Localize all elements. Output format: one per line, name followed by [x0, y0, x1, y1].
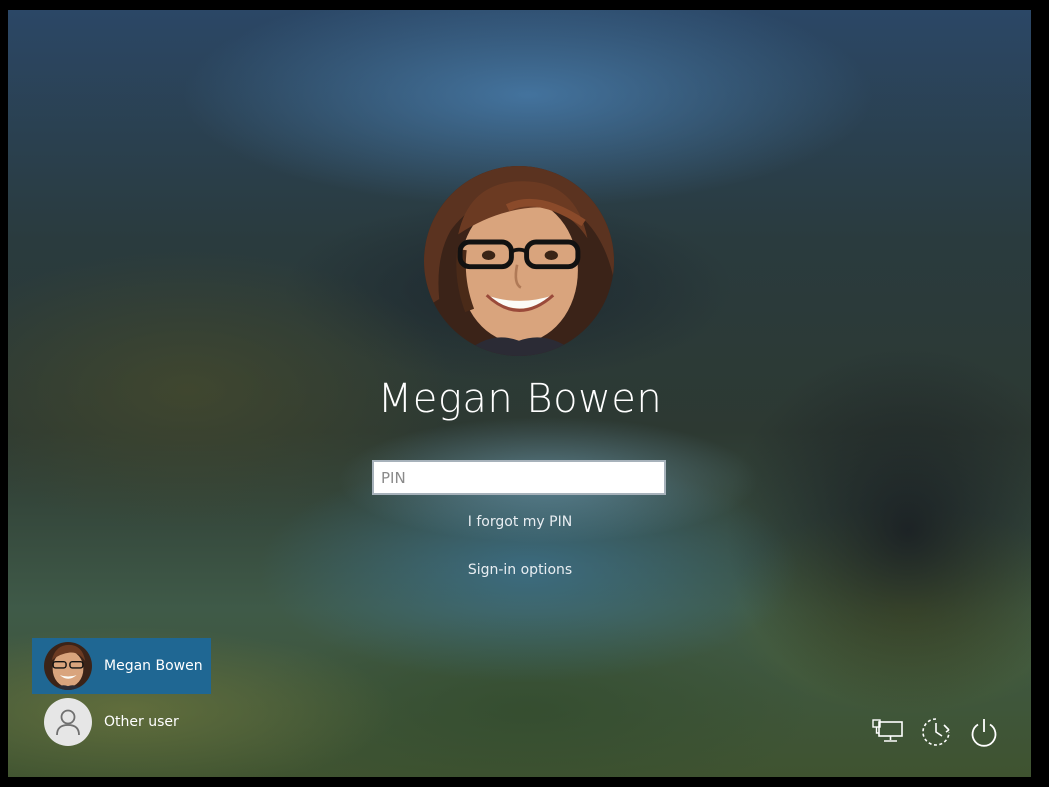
lock-screen: Megan Bowen I forgot my PIN Sign-in opti…	[8, 10, 1031, 777]
user-avatar-large	[424, 166, 614, 356]
user-photo	[424, 166, 614, 356]
user-list-item-label: Megan Bowen	[104, 658, 203, 674]
power-icon[interactable]	[966, 714, 1002, 750]
ease-of-access-icon[interactable]	[918, 714, 954, 750]
pin-input[interactable]	[372, 460, 666, 495]
person-icon	[44, 698, 92, 746]
user-avatar-small	[44, 642, 92, 690]
user-list-item-megan-bowen[interactable]: Megan Bowen	[32, 638, 211, 694]
forgot-pin-link[interactable]: I forgot my PIN	[370, 514, 670, 530]
user-list-item-label: Other user	[104, 714, 179, 730]
sign-in-options-link[interactable]: Sign-in options	[370, 562, 670, 578]
user-photo-small	[44, 642, 92, 690]
user-list-item-other-user[interactable]: Other user	[32, 694, 211, 750]
network-icon[interactable]	[870, 714, 906, 750]
user-display-name: Megan Bowen	[377, 376, 663, 422]
